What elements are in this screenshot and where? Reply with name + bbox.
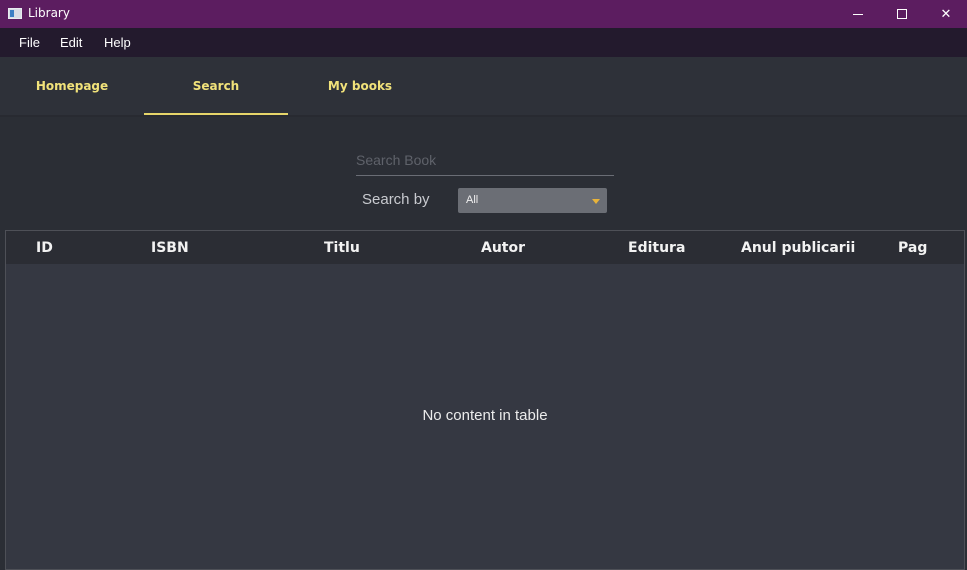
chevron-down-icon	[592, 199, 600, 204]
menu-help[interactable]: Help	[104, 35, 131, 50]
column-header-titlu[interactable]: Titlu	[324, 240, 360, 256]
maximize-button[interactable]	[880, 0, 924, 28]
tab-homepage[interactable]: Homepage	[0, 57, 144, 115]
column-header-anul-publicarii[interactable]: Anul publicarii	[741, 240, 855, 256]
tab-label: My books	[327, 79, 393, 93]
search-book-input[interactable]	[356, 140, 614, 176]
column-header-isbn[interactable]: ISBN	[151, 240, 189, 256]
tab-label: Search	[192, 79, 240, 93]
app-icon	[8, 8, 22, 19]
column-header-id[interactable]: ID	[36, 240, 53, 256]
minimize-icon	[853, 13, 863, 15]
search-by-label: Search by	[362, 191, 430, 208]
empty-table-message: No content in table	[422, 407, 548, 424]
tab-my-books[interactable]: My books	[288, 57, 432, 115]
books-table[interactable]: ID ISBN Titlu Autor Editura Anul publica…	[5, 230, 965, 570]
column-header-editura[interactable]: Editura	[628, 240, 685, 256]
close-icon: ✕	[940, 6, 952, 22]
menu-edit[interactable]: Edit	[60, 35, 82, 50]
menu-file[interactable]: File	[19, 35, 40, 50]
close-button[interactable]: ✕	[924, 0, 967, 28]
table-header: ID ISBN Titlu Autor Editura Anul publica…	[6, 231, 964, 264]
tab-search[interactable]: Search	[144, 57, 288, 115]
column-header-autor[interactable]: Autor	[481, 240, 525, 256]
minimize-button[interactable]	[836, 0, 880, 28]
menu-bar: File Edit Help	[0, 28, 967, 57]
tab-label: Homepage	[35, 79, 109, 93]
maximize-icon	[897, 9, 907, 19]
window-title: Library	[28, 6, 70, 20]
title-bar: Library ✕	[0, 0, 967, 28]
search-by-select[interactable]: All	[458, 188, 607, 213]
tab-bar: Homepage Search My books	[0, 57, 967, 117]
search-by-value: All	[466, 194, 479, 206]
column-header-pag[interactable]: Pag	[898, 240, 927, 256]
